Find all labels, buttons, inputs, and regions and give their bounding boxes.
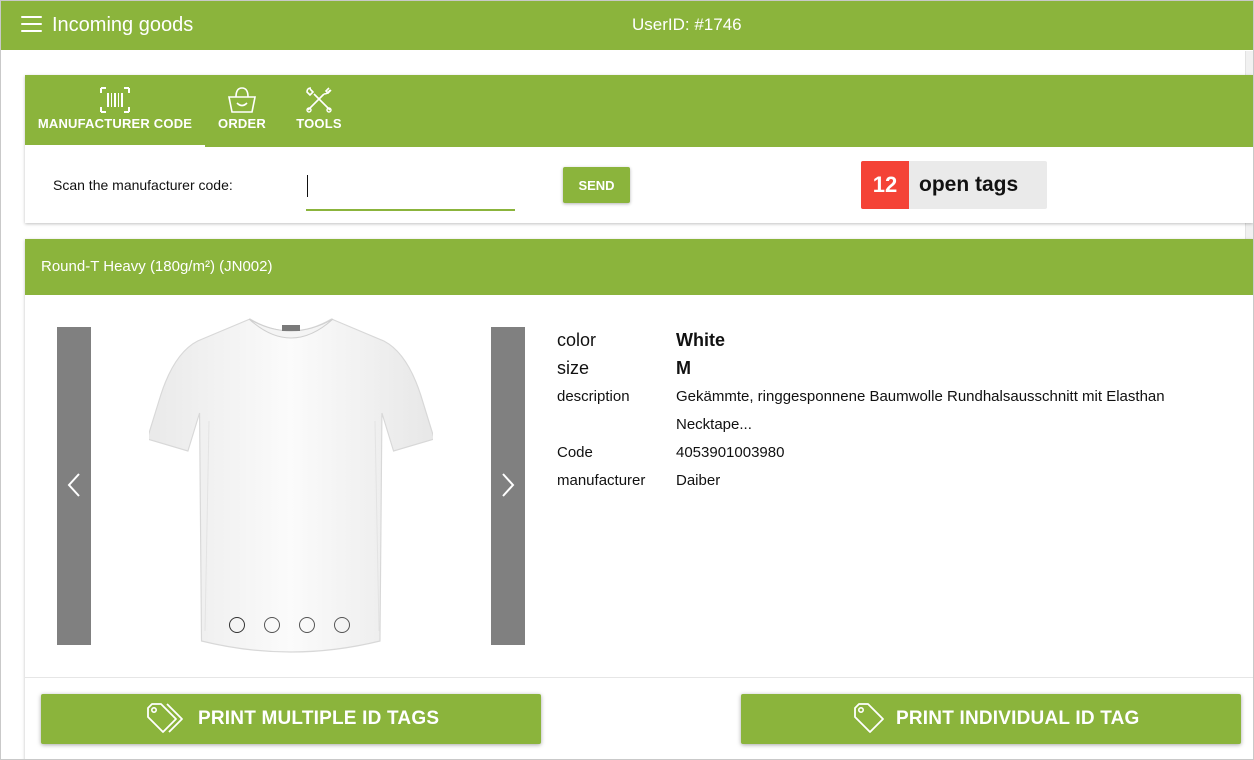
active-tab-indicator [25,145,205,147]
tab-label: MANUFACTURER CODE [37,116,193,131]
shopping-basket-icon [228,87,256,113]
scan-label: Scan the manufacturer code: [53,177,233,193]
open-tags-indicator[interactable]: 12 open tags [861,161,1047,209]
tag-icon [854,703,884,733]
hamburger-menu-icon[interactable] [21,16,42,34]
carousel-prev-button[interactable] [57,327,91,645]
print-individual-id-tag-button[interactable]: PRINT INDIVIDUAL ID TAG [741,694,1241,744]
product-title: Round-T Heavy (180g/m²) (JN002) [41,258,273,275]
spec-code-value: 4053901003980 [676,444,785,461]
send-button[interactable]: SEND [563,167,630,203]
chevron-left-icon [67,473,80,497]
print-multiple-id-tags-button[interactable]: PRINT MULTIPLE ID TAGS [41,694,541,744]
carousel-dot[interactable] [264,617,280,633]
tools-icon [306,87,332,113]
spec-description-value: Gekämmte, ringgesponnene Baumwolle Rundh… [676,388,1165,433]
product-header: Round-T Heavy (180g/m²) (JN002) [25,239,1253,295]
spec-color-value: White [676,330,725,350]
spec-manufacturer-key: manufacturer [557,472,646,489]
app-bar: Incoming goods UserID: #1746 [1,1,1253,50]
product-image [149,318,433,653]
open-tags-label: open tags [919,173,1019,196]
app-window: Incoming goods UserID: #1746 MANUFACTURE… [0,0,1254,760]
spec-description-key: description [557,388,630,405]
spec-manufacturer-value: Daiber [676,472,721,489]
carousel-dot[interactable] [299,617,315,633]
open-tags-count: 12 [861,161,909,209]
divider [25,677,1253,678]
carousel-next-button[interactable] [491,327,525,645]
tab-bar: MANUFACTURER CODE ORDER TOOLS [25,75,1253,147]
print-individual-label: PRINT INDIVIDUAL ID TAG [896,708,1140,729]
user-id-label: UserID: #1746 [632,15,742,34]
carousel-dots [229,617,389,635]
spec-size-key: size [557,358,590,378]
chevron-right-icon [502,473,515,497]
carousel-dot[interactable] [334,617,350,633]
app-title: Incoming goods [52,14,194,36]
text-caret [307,175,308,197]
tags-icon [147,703,183,733]
tab-manufacturer-code[interactable]: MANUFACTURER CODE [25,75,205,147]
spec-code-key: Code [557,444,593,461]
tab-order[interactable]: ORDER [211,75,273,147]
tab-label: ORDER [218,116,266,131]
spec-color-key: color [557,330,597,350]
tab-tools[interactable]: TOOLS [289,75,349,147]
print-multiple-label: PRINT MULTIPLE ID TAGS [198,708,440,729]
scan-card: MANUFACTURER CODE ORDER TOOLS Scan the m… [25,75,1253,223]
product-card: Round-T Heavy (180g/m²) (JN002) color Wh… [25,239,1253,759]
spec-size-value: M [676,358,691,378]
tab-label: TOOLS [296,116,342,131]
barcode-icon [100,87,130,113]
manufacturer-code-input[interactable] [306,171,515,211]
carousel-dot[interactable] [229,617,245,633]
